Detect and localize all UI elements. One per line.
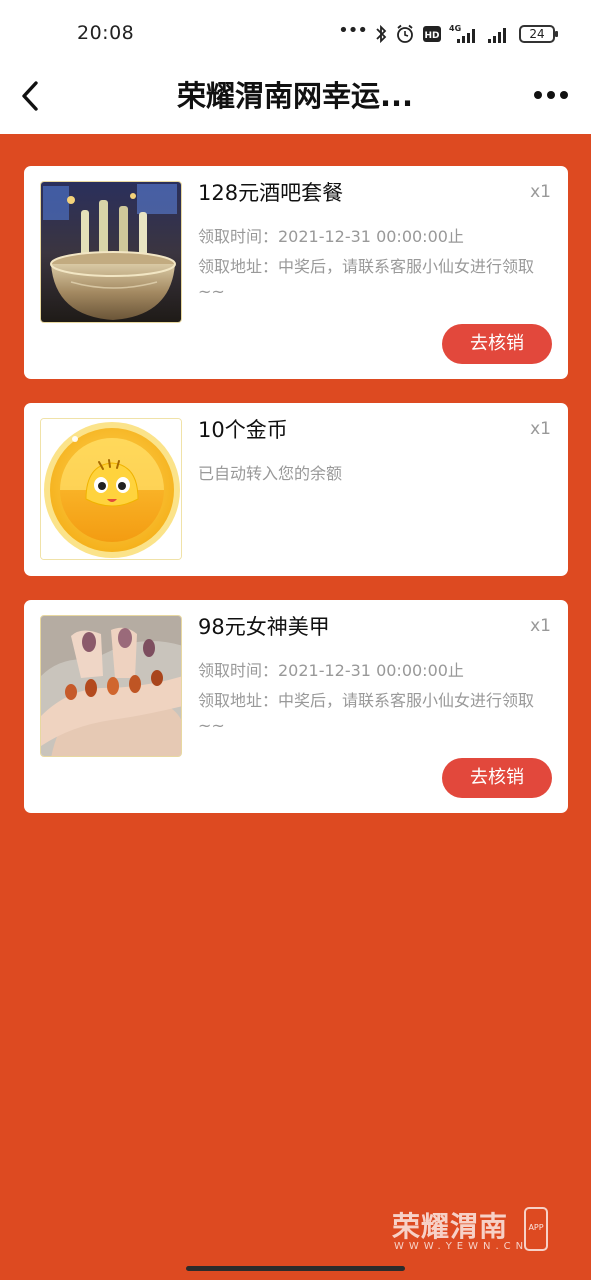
prize-card: 98元女神美甲 x1 领取时间：2021-12-31 00:00:00止 领取地… [24,600,568,813]
redeem-button[interactable]: 去核销 [442,758,552,798]
manicure-nails-image [40,615,182,757]
watermark-brand: 荣耀渭南 [392,1210,509,1243]
status-bar: 20:08 ••• HD 4G 24 [0,0,591,66]
signal-icon [488,28,506,43]
prize-name: 10个金币 [198,418,288,442]
more-dots-icon: ••• [338,20,368,41]
more-dot [560,91,568,99]
prize-quantity: x1 [530,616,551,636]
status-icons: ••• HD 4G 24 [338,20,558,46]
page-title: 荣耀渭南网幸运... [176,79,414,113]
signal-4g-icon: 4G [449,24,475,43]
chevron-left-icon [22,81,38,111]
more-dot [547,91,555,99]
bar-wine-bucket-image [40,181,182,323]
prize-card: 128元酒吧套餐 x1 领取时间：2021-12-31 00:00:00止 领取… [24,166,568,379]
battery-icon: 24 [519,25,558,43]
prize-note: 已自动转入您的余额 [198,464,343,483]
home-indicator[interactable] [186,1266,405,1271]
claim-deadline: 领取时间：2021-12-31 00:00:00止 [198,661,464,680]
gold-coin-image [40,418,182,560]
claim-address: 领取地址：中奖后，请联系客服小仙女进行领取~~ [198,691,535,735]
claim-address: 领取地址：中奖后，请联系客服小仙女进行领取~~ [198,257,535,301]
more-horizontal-icon [534,91,542,99]
hd-icon: HD [423,26,441,42]
redeem-button[interactable]: 去核销 [442,324,552,364]
prize-name: 128元酒吧套餐 [198,181,344,205]
alarm-icon [397,24,413,43]
more-button[interactable] [531,84,571,106]
phone-app-icon: APP [524,1207,548,1251]
prize-list: 128元酒吧套餐 x1 领取时间：2021-12-31 00:00:00止 领取… [24,166,568,837]
svg-text:HD: HD [424,31,439,41]
back-button[interactable] [14,76,54,116]
claim-deadline: 领取时间：2021-12-31 00:00:00止 [198,227,464,246]
svg-text:4G: 4G [449,24,461,33]
prize-name: 98元女神美甲 [198,615,330,639]
brand-watermark: 荣耀渭南 WWW.YEWN.CN APP [392,1205,552,1257]
bluetooth-icon [376,24,387,44]
nav-bar: 荣耀渭南网幸运... [0,66,591,134]
prize-quantity: x1 [530,182,551,202]
prize-quantity: x1 [530,419,551,439]
prize-card: 10个金币 x1 已自动转入您的余额 [24,403,568,576]
watermark-url: WWW.YEWN.CN [394,1241,529,1252]
status-time: 20:08 [77,22,135,44]
